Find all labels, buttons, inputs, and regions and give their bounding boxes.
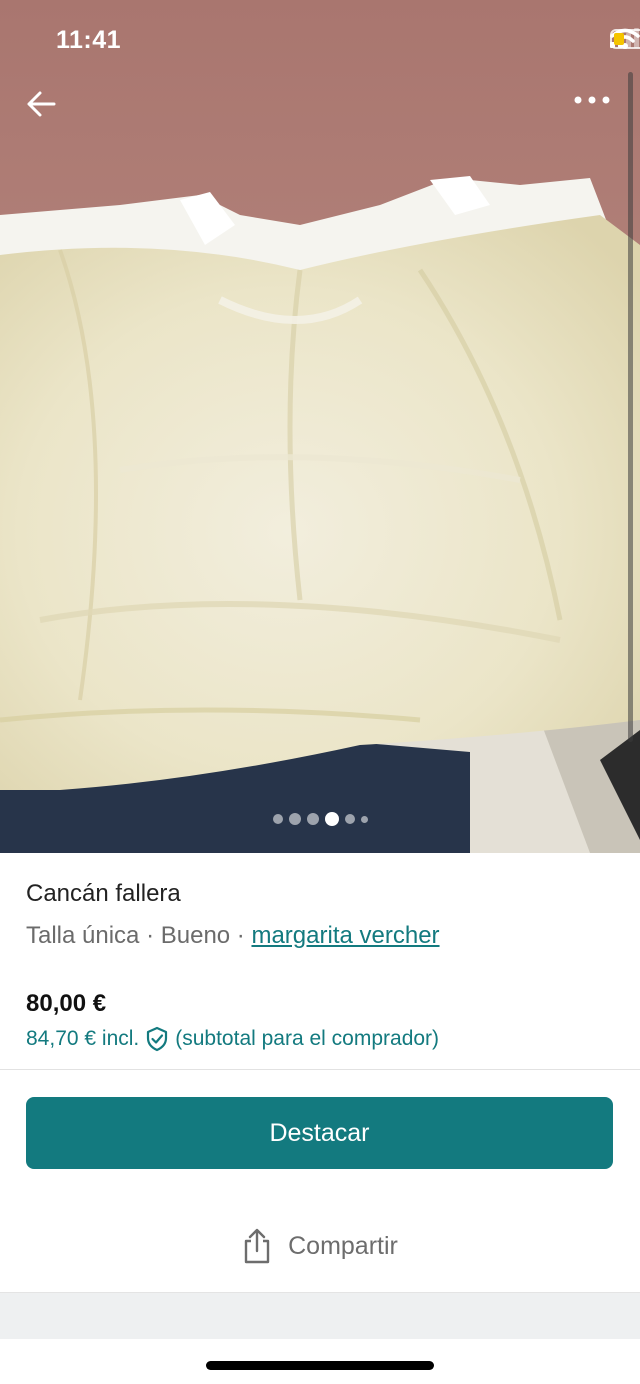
buyer-price: 84,70 € incl. [26,1027,140,1050]
screen: 11:41 Cancán fallera Talla única · Bueno… [0,0,640,1384]
bottom-band [0,1292,640,1339]
back-button[interactable] [26,90,66,130]
product-size: Talla única [26,922,140,949]
product-meta: Talla única · Bueno · margarita vercher [26,922,616,950]
product-title: Cancán fallera [26,880,181,907]
meta-separator: · [139,922,161,949]
product-condition: Bueno [160,922,231,949]
carousel-dot[interactable] [344,814,355,824]
scrollbar[interactable] [628,72,633,742]
meta-separator: · [230,922,252,949]
share-icon [244,1228,270,1264]
seller-link[interactable]: margarita vercher [251,922,439,949]
photo-illustration [0,0,640,853]
carousel-dot[interactable] [360,815,368,823]
buyer-price-note: (subtotal para el comprador) [175,1027,440,1050]
product-info: Cancán fallera Talla única · Bueno · mar… [26,880,616,1052]
buyer-price-row[interactable]: 84,70 € incl. (subtotal para el comprado… [26,1026,616,1052]
divider [0,1069,640,1070]
share-label: Compartir [288,1231,398,1260]
more-dots-icon [574,96,610,104]
home-indicator[interactable] [206,1361,434,1370]
share-button[interactable]: Compartir [0,1220,640,1272]
carousel-dot-active[interactable] [324,812,339,826]
carousel-dot[interactable] [288,813,301,825]
carousel-indicator[interactable] [0,812,640,826]
product-photo[interactable]: 11:41 [0,0,640,853]
battery-icon [610,29,640,49]
shield-check-icon [147,1026,168,1052]
arrow-left-icon [27,91,56,117]
carousel-dot[interactable] [306,813,319,825]
more-options-button[interactable] [574,96,614,126]
product-price: 80,00 € [26,990,107,1017]
bump-button[interactable]: Destacar [26,1097,613,1169]
status-time: 11:41 [56,26,122,54]
carousel-dot[interactable] [272,814,283,824]
